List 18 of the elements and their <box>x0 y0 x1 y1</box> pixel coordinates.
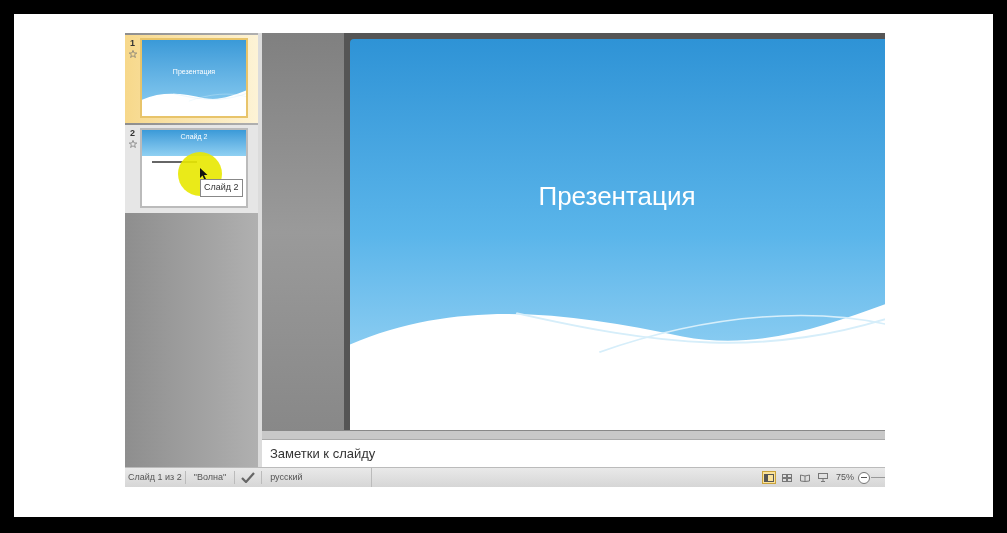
cursor-icon <box>200 168 208 180</box>
slide-counter: Слайд 1 из 2 <box>125 470 186 485</box>
theme-name: "Волна" <box>185 470 236 485</box>
grid-view-icon[interactable] <box>780 471 794 484</box>
zoom-out-button[interactable] <box>858 471 870 484</box>
spellcheck-icon[interactable] <box>241 472 256 483</box>
star-icon <box>128 140 137 148</box>
notes-text: Заметки к слайду <box>270 444 376 463</box>
tooltip: Слайд 2 <box>200 179 243 197</box>
slide-number: 2 <box>130 129 135 138</box>
screen-view-icon[interactable] <box>816 471 830 484</box>
normal-view-icon[interactable] <box>762 471 776 484</box>
language[interactable]: русский <box>261 470 372 485</box>
book-view-icon[interactable] <box>798 471 812 484</box>
notes-pane[interactable]: Заметки к слайду <box>262 439 885 467</box>
zoom-level[interactable]: 75% <box>836 470 854 485</box>
slide-number: 1 <box>130 39 135 48</box>
star-icon <box>128 50 137 58</box>
